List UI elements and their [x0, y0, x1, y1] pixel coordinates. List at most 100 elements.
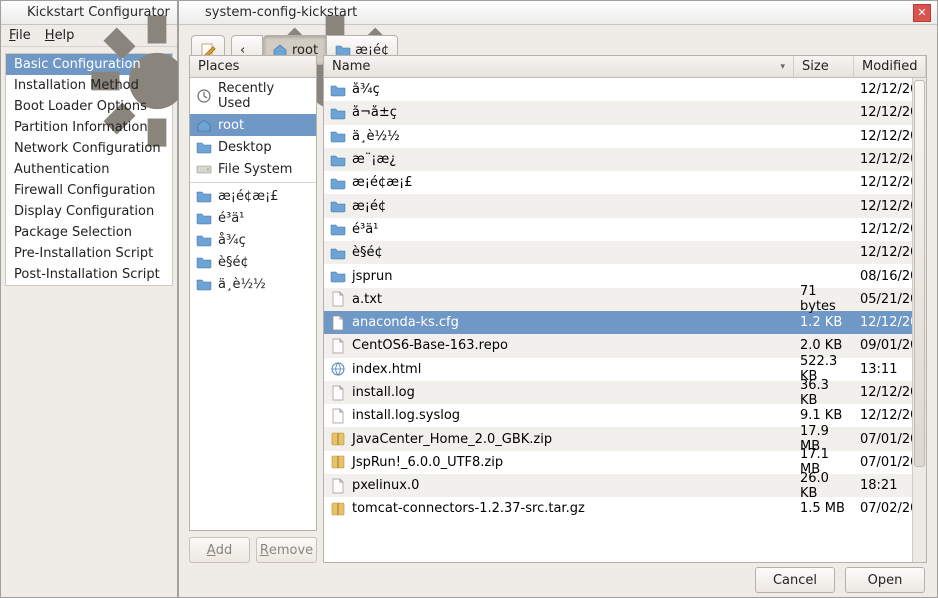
places-item[interactable]: Desktop	[190, 136, 316, 158]
open-button[interactable]: Open	[845, 567, 925, 593]
folder-icon	[330, 128, 346, 144]
clock-icon	[196, 88, 212, 104]
file-row[interactable]: pxelinux.026.0 KB18:21	[324, 474, 926, 497]
column-header-size[interactable]: Size	[794, 56, 854, 77]
nav-item[interactable]: Package Selection	[6, 222, 172, 243]
file-row[interactable]: a.txt71 bytes05/21/2014	[324, 288, 926, 311]
places-item[interactable]: å¾ç	[190, 229, 316, 251]
file-size: 9.1 KB	[794, 408, 854, 423]
places-item-label: root	[218, 118, 244, 133]
places-list: Places Recently Used root Desktop File Syst…	[189, 55, 317, 531]
home-icon	[196, 117, 212, 133]
nav-item[interactable]: Partition Information	[6, 117, 172, 138]
zip-icon	[330, 501, 346, 517]
file-row[interactable]: å¾ç12/12/2013	[324, 78, 926, 101]
file-list-header: Name▾ Size Modified	[324, 56, 926, 78]
file-name: å¾ç	[352, 82, 380, 97]
places-item-label: Desktop	[218, 140, 272, 155]
file-name: é³ä¹	[352, 222, 378, 237]
scrollbar-thumb[interactable]	[914, 80, 925, 467]
sort-indicator-icon: ▾	[780, 62, 785, 72]
menu-file[interactable]: File	[9, 28, 31, 43]
places-item[interactable]: è§é¢	[190, 251, 316, 273]
folder-icon	[330, 82, 346, 98]
places-item-label: ä¸è½½	[218, 277, 266, 292]
kickstart-titlebar[interactable]: Kickstart Configurator	[1, 1, 177, 25]
file-name: tomcat-connectors-1.2.37-src.tar.gz	[352, 501, 585, 516]
drive-icon	[196, 161, 212, 177]
gear-icon	[7, 6, 21, 20]
file-row[interactable]: å¬å±ç12/12/2013	[324, 101, 926, 124]
folder-icon	[196, 276, 212, 292]
file-row[interactable]: install.log36.3 KB12/12/2013	[324, 381, 926, 404]
gear-icon	[185, 6, 199, 20]
file-row[interactable]: tomcat-connectors-1.2.37-src.tar.gz 1.5 M…	[324, 497, 926, 520]
nav-item[interactable]: Firewall Configuration	[6, 180, 172, 201]
cancel-button[interactable]: Cancel	[755, 567, 835, 593]
folder-icon	[330, 268, 346, 284]
file-name: install.log.syslog	[352, 408, 460, 423]
folder-icon	[196, 254, 212, 270]
nav-item[interactable]: Display Configuration	[6, 201, 172, 222]
file-size: 26.0 KB	[794, 471, 854, 501]
file-list-panel: Name▾ Size Modified å¾ç12/12/2013å¬å±ç12…	[323, 55, 927, 563]
places-item[interactable]: æ¡é¢æ¡£	[190, 185, 316, 207]
places-item-label: å¾ç	[218, 233, 246, 248]
file-name: jsprun	[352, 269, 392, 284]
file-row[interactable]: ä¸è½½12/12/2013	[324, 125, 926, 148]
places-panel: Places Recently Used root Desktop File Syst…	[189, 55, 317, 563]
file-name: è§é¢	[352, 245, 383, 260]
file-name: CentOS6-Base-163.repo	[352, 338, 508, 353]
file-row[interactable]: æ¡é¢12/12/2013	[324, 194, 926, 217]
separator	[190, 182, 316, 183]
places-header: Places	[190, 56, 316, 78]
folder-icon	[330, 175, 346, 191]
folder-icon	[196, 210, 212, 226]
file-row[interactable]: é³ä¹12/12/2013	[324, 218, 926, 241]
nav-item[interactable]: Authentication	[6, 159, 172, 180]
file-name: JavaCenter_Home_2.0_GBK.zip	[352, 432, 552, 447]
column-header-modified[interactable]: Modified	[854, 56, 926, 77]
folder-icon	[330, 198, 346, 214]
add-bookmark-button[interactable]: Add	[189, 537, 250, 563]
places-item[interactable]: Recently Used	[190, 78, 316, 114]
file-chooser-window: system-config-kickstart ✕ ‹ rootæ¡é¢ Pla…	[178, 0, 938, 598]
places-item[interactable]: ä¸è½½	[190, 273, 316, 295]
file-name: anaconda-ks.cfg	[352, 315, 459, 330]
menu-help[interactable]: Help	[45, 28, 75, 43]
close-icon[interactable]: ✕	[913, 4, 931, 22]
remove-bookmark-button[interactable]: Remove	[256, 537, 317, 563]
places-item-label: File System	[218, 162, 292, 177]
folder-icon	[330, 245, 346, 261]
places-item[interactable]: é³ä¹	[190, 207, 316, 229]
file-name: JspRun!_6.0.0_UTF8.zip	[352, 455, 503, 470]
file-name: æ¡é¢	[352, 199, 386, 214]
file-chooser-titlebar[interactable]: system-config-kickstart ✕	[179, 1, 937, 25]
folder-icon	[196, 139, 212, 155]
file-name: æ¡é¢æ¡£	[352, 175, 413, 190]
zip-icon	[330, 431, 346, 447]
nav-item[interactable]: Post-Installation Script	[6, 264, 172, 285]
places-item-label: æ¡é¢æ¡£	[218, 189, 279, 204]
file-row[interactable]: æ¨¡æ¿12/12/2013	[324, 148, 926, 171]
folder-icon	[330, 152, 346, 168]
file-size: 1.2 KB	[794, 315, 854, 330]
places-item[interactable]: root	[190, 114, 316, 136]
html-icon	[330, 361, 346, 377]
file-name: index.html	[352, 362, 421, 377]
file-size: 1.5 MB	[794, 501, 854, 516]
folder-icon	[196, 188, 212, 204]
file-row[interactable]: è§é¢12/12/2013	[324, 241, 926, 264]
vertical-scrollbar[interactable]	[912, 78, 926, 562]
file-icon	[330, 315, 346, 331]
file-row[interactable]: æ¡é¢æ¡£12/12/2013	[324, 171, 926, 194]
folder-icon	[330, 105, 346, 121]
column-header-name[interactable]: Name▾	[324, 56, 794, 77]
file-row[interactable]: anaconda-ks.cfg1.2 KB12/12/2013	[324, 311, 926, 334]
file-icon	[330, 291, 346, 307]
file-icon	[330, 385, 346, 401]
nav-item[interactable]: Network Configuration	[6, 138, 172, 159]
places-item[interactable]: File System	[190, 158, 316, 180]
nav-item[interactable]: Pre-Installation Script	[6, 243, 172, 264]
places-item-label: è§é¢	[218, 255, 249, 270]
